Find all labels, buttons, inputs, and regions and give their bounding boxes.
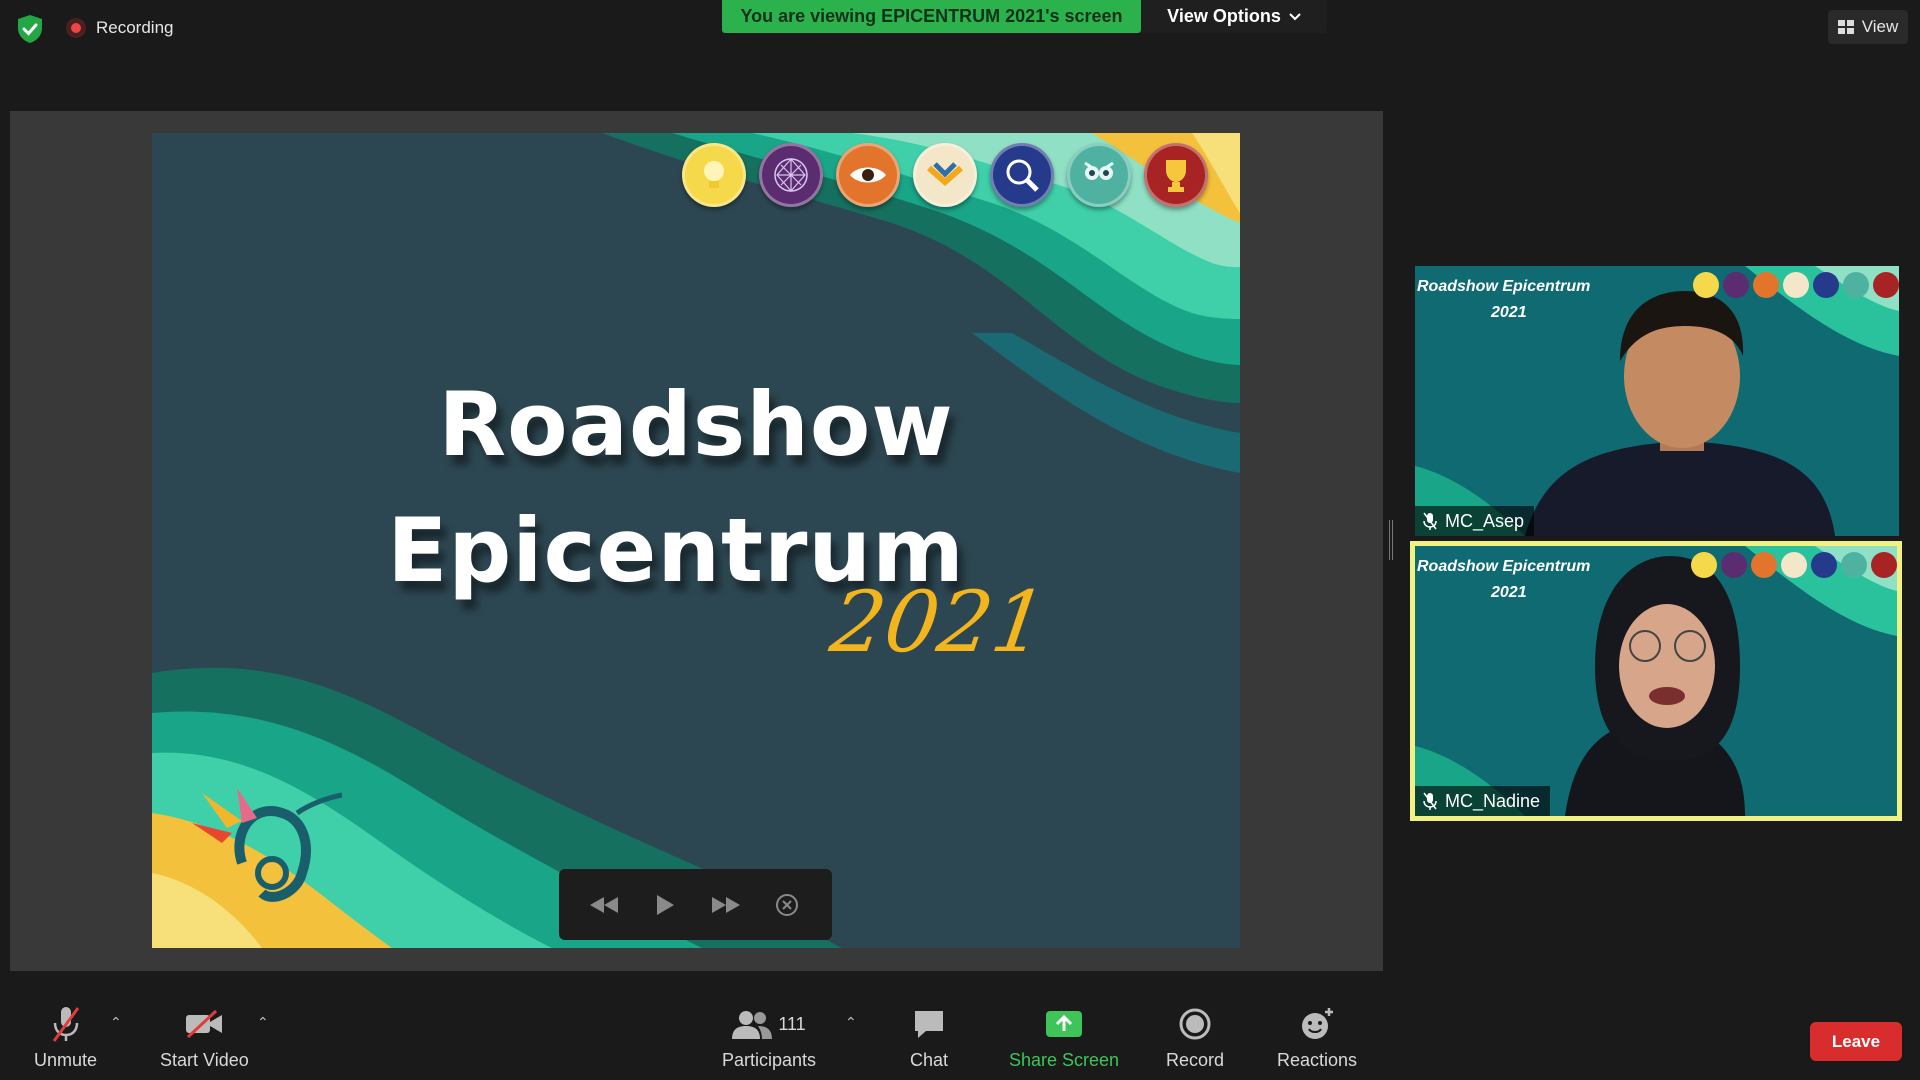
- mic-muted-icon: [1423, 512, 1437, 530]
- recording-dot-icon: [66, 18, 86, 38]
- start-video-label: Start Video: [160, 1050, 249, 1070]
- recording-label: Recording: [96, 18, 174, 37]
- participants-options-caret-icon[interactable]: ⌃: [845, 1014, 857, 1031]
- magnifier-icon: [990, 143, 1054, 207]
- share-screen-label: Share Screen: [1009, 1050, 1120, 1070]
- slide-year: 2021: [825, 573, 1053, 671]
- rewind-icon: [589, 896, 618, 913]
- chat-label: Chat: [910, 1050, 949, 1070]
- network-icon: [1723, 272, 1749, 298]
- share-screen-icon: [1046, 1011, 1083, 1037]
- trophy-icon: [1873, 272, 1899, 298]
- trophy-icon: [1871, 552, 1897, 578]
- reactions-icon: [1302, 1008, 1334, 1039]
- chevron-down-icon: [1289, 12, 1301, 20]
- unmute-label: Unmute: [34, 1050, 98, 1070]
- play-button[interactable]: [645, 885, 685, 925]
- participants-button[interactable]: 111 Participants: [722, 1004, 816, 1071]
- slide-player-controls: [559, 869, 832, 940]
- trophy-icon: [1144, 143, 1208, 207]
- viewing-screen-banner: You are viewing EPICENTRUM 2021's screen: [722, 0, 1141, 33]
- magnifier-icon: [1811, 552, 1837, 578]
- tile-overlay-title: Roadshow Epicentrum 2021: [1417, 558, 1591, 601]
- network-icon: [759, 143, 823, 207]
- audio-options-caret-icon[interactable]: ⌃: [110, 1014, 122, 1031]
- reactions-button[interactable]: Reactions: [1277, 1004, 1357, 1071]
- fast-forward-icon: [712, 896, 741, 913]
- participant-name-tag: MC_Nadine: [1415, 786, 1551, 816]
- grid-view-icon: [1837, 20, 1854, 34]
- tile-overlay-title: Roadshow Epicentrum 2021: [1417, 278, 1591, 321]
- view-label: View: [1861, 17, 1899, 36]
- magnifier-icon: [1813, 272, 1839, 298]
- view-options-label: View Options: [1167, 6, 1281, 26]
- participant-name-tag: MC_Asep: [1415, 506, 1535, 536]
- stop-button[interactable]: [767, 885, 807, 925]
- recording-indicator[interactable]: Recording: [66, 18, 174, 38]
- gears-icon: [913, 143, 977, 207]
- eye-icon: [836, 143, 900, 207]
- chat-icon: [915, 1011, 944, 1038]
- gears-icon: [1783, 272, 1809, 298]
- close-circle-icon: [776, 893, 799, 916]
- participants-count: 111: [778, 1013, 806, 1034]
- chat-button[interactable]: Chat: [910, 1004, 948, 1071]
- participants-label: Participants: [722, 1050, 817, 1070]
- network-icon: [1721, 552, 1747, 578]
- gears-icon: [1781, 552, 1807, 578]
- fast-forward-button[interactable]: [706, 885, 746, 925]
- share-screen-button[interactable]: Share Screen: [1009, 1004, 1119, 1071]
- slide-title-line1: Roadshow: [438, 373, 954, 476]
- eye-icon: [1751, 552, 1777, 578]
- owl-icon: [1841, 552, 1867, 578]
- eye-icon: [1753, 272, 1779, 298]
- lightbulb-icon: [1691, 552, 1717, 578]
- tile-mini-badges: [1691, 552, 1897, 578]
- rewind-button[interactable]: [584, 885, 624, 925]
- topic-badges: [682, 143, 1208, 207]
- view-layout-button[interactable]: View: [1828, 10, 1908, 44]
- meeting-toolbar: Unmute ⌃ Start Video ⌃ 111 Participants …: [0, 996, 1920, 1080]
- slide-title-line2: Epicentrum: [387, 499, 965, 602]
- record-button[interactable]: Record: [1166, 1004, 1224, 1071]
- owl-icon: [1067, 143, 1131, 207]
- mic-muted-icon: [1423, 792, 1437, 810]
- participants-icon: [732, 1011, 773, 1039]
- unmute-button[interactable]: Unmute: [34, 1004, 97, 1071]
- leave-button[interactable]: Leave: [1810, 1022, 1902, 1061]
- presentation-slide: Roadshow Epicentrum 2021: [152, 133, 1240, 948]
- play-icon: [656, 894, 674, 915]
- video-tile-nadine[interactable]: Roadshow Epicentrum 2021 MC_Nadine: [1410, 541, 1902, 821]
- video-off-icon: [186, 1009, 223, 1039]
- owl-icon: [1843, 272, 1869, 298]
- start-video-button[interactable]: Start Video: [160, 1004, 249, 1071]
- tile-mini-badges: [1693, 272, 1899, 298]
- top-bar: Recording You are viewing EPICENTRUM 202…: [0, 0, 1920, 60]
- lightbulb-icon: [682, 143, 746, 207]
- video-options-caret-icon[interactable]: ⌃: [257, 1014, 269, 1031]
- reactions-label: Reactions: [1277, 1050, 1358, 1070]
- mic-muted-icon: [52, 1007, 79, 1042]
- record-icon: [1179, 1008, 1211, 1040]
- lightbulb-icon: [1693, 272, 1719, 298]
- security-shield-icon[interactable]: [16, 14, 44, 44]
- video-tile-asep[interactable]: Roadshow Epicentrum 2021 MC_Asep: [1415, 266, 1899, 536]
- panel-splitter-handle[interactable]: [1389, 520, 1393, 560]
- view-options-button[interactable]: View Options: [1141, 0, 1327, 33]
- record-label: Record: [1166, 1050, 1225, 1070]
